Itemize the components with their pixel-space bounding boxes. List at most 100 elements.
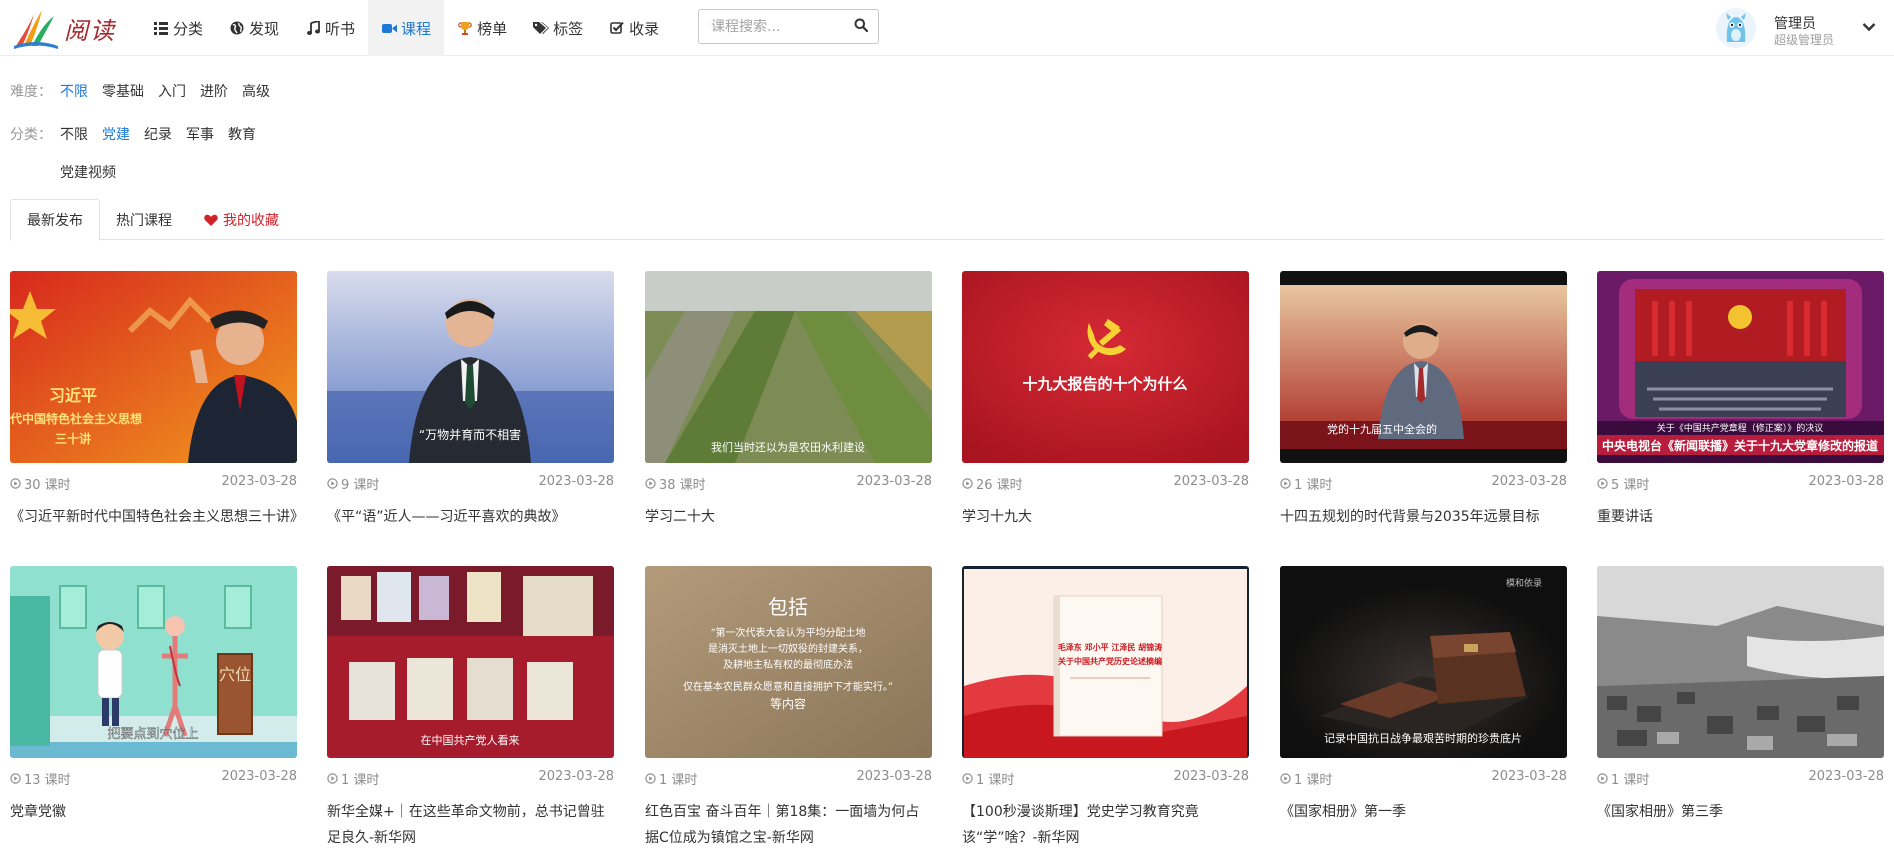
heart-icon <box>204 214 218 226</box>
course-card[interactable]: 毛泽东 邓小平 江泽民 胡锦涛 关于中国共产党历史论述摘编 1 课时 2023-… <box>962 566 1249 846</box>
course-card[interactable]: 包括 “第一次代表大会认为平均分配土地 是消灭土地上一切奴役的封建关系， 及耕地… <box>645 566 932 846</box>
thumb-caption: 三十讲 <box>55 431 91 446</box>
course-thumbnail[interactable]: “万物并育而不相害 <box>327 271 614 463</box>
lesson-count: 5 课时 <box>1597 474 1649 493</box>
course-title[interactable]: 红色百宝 奋斗百年｜第18集：一面墙为何占据C位成为镇馆之宝-新华网 <box>645 799 932 850</box>
course-title[interactable]: 学习十九大 <box>962 504 1249 530</box>
nav-item-collected[interactable]: 收录 <box>596 0 672 56</box>
course-meta: 5 课时 2023-03-28 <box>1597 474 1884 493</box>
thumb-caption: 把要点到穴位上 <box>107 727 198 742</box>
course-card[interactable]: 习近平 时代中国特色社会主义思想 三十讲 30 课时 2023-03-28 《习… <box>10 271 304 551</box>
course-card[interactable]: “万物并育而不相害 9 课时 2023-03-28 《平“语”近人——习近平喜欢… <box>327 271 614 551</box>
course-title[interactable]: 重要讲话 <box>1597 504 1884 530</box>
difficulty-option-zero-basics[interactable]: 零基础 <box>102 81 144 101</box>
thumb-caption: “万物并育而不相害 <box>419 427 521 442</box>
user-name: 管理员 <box>1774 16 1816 32</box>
course-meta: 30 课时 2023-03-28 <box>10 474 297 493</box>
nav-item-discover[interactable]: 发现 <box>216 0 292 56</box>
course-title[interactable]: 十四五规划的时代背景与2035年远景目标 <box>1280 504 1567 530</box>
course-card[interactable]: 关于《中国共产党章程（修正案）》的决议 中央电视台《新闻联播》关于十九大党章修改… <box>1597 271 1884 551</box>
course-thumbnail[interactable]: 穴位 把要点到穴位上 <box>10 566 297 758</box>
play-circle-icon <box>1597 773 1608 784</box>
avatar[interactable] <box>1716 8 1756 48</box>
category-option-any[interactable]: 不限 <box>60 124 88 144</box>
tab-popular[interactable]: 热门课程 <box>100 199 188 240</box>
subcategory-option-party-video[interactable]: 党建视频 <box>60 162 116 182</box>
user-menu[interactable]: 管理员 超级管理员 <box>1716 4 1886 52</box>
lesson-count: 1 课时 <box>327 769 379 788</box>
category-option-party[interactable]: 党建 <box>102 124 130 144</box>
difficulty-option-intermediate[interactable]: 进阶 <box>200 81 228 101</box>
course-thumbnail[interactable] <box>1597 566 1884 758</box>
course-card[interactable]: 在中国共产党人看来 1 课时 2023-03-28 新华全媒+｜在这些革命文物前… <box>327 566 614 846</box>
course-thumbnail[interactable]: 关于《中国共产党章程（修正案）》的决议 中央电视台《新闻联播》关于十九大党章修改… <box>1597 271 1884 463</box>
course-thumbnail[interactable]: 习近平 时代中国特色社会主义思想 三十讲 <box>10 271 297 463</box>
logo-book-icon <box>14 10 58 49</box>
check-square-icon <box>609 20 625 36</box>
publish-date: 2023-03-28 <box>1808 474 1884 489</box>
course-thumbnail[interactable]: 十九大报告的十个为什么 <box>962 271 1249 463</box>
play-circle-icon <box>327 478 338 489</box>
course-title[interactable]: 党章党徽 <box>10 799 297 825</box>
chevron-down-icon[interactable] <box>1862 20 1878 36</box>
category-option-education[interactable]: 教育 <box>228 124 256 144</box>
course-thumbnail[interactable]: 毛泽东 邓小平 江泽民 胡锦涛 关于中国共产党历史论述摘编 <box>962 566 1249 758</box>
course-title[interactable]: 新华全媒+｜在这些革命文物前，总书记曾驻足良久-新华网 <box>327 799 614 850</box>
course-title[interactable]: 《国家相册》第三季 <box>1597 799 1884 825</box>
course-meta: 1 课时 2023-03-28 <box>327 769 614 788</box>
thumb-caption: 是消灭土地上一切奴役的封建关系， <box>708 642 868 655</box>
list-icon <box>153 20 169 36</box>
course-card[interactable]: 1 课时 2023-03-28 《国家相册》第三季 <box>1597 566 1884 846</box>
lesson-count: 1 课时 <box>1280 474 1332 493</box>
search-icon[interactable] <box>854 18 870 34</box>
course-thumbnail[interactable]: 包括 “第一次代表大会认为平均分配土地 是消灭土地上一切奴役的封建关系， 及耕地… <box>645 566 932 758</box>
course-thumbnail[interactable]: 模和依录 记录中国抗日战争最艰苦时期的珍贵底片 <box>1280 566 1567 758</box>
course-search-input[interactable] <box>699 10 849 43</box>
course-card[interactable]: 党的十九届五中全会的 1 课时 2023-03-28 十四五规划的时代背景与20… <box>1280 271 1567 551</box>
course-card[interactable]: 穴位 把要点到穴位上 13 课时 2023-03-28 党章党徽 <box>10 566 297 846</box>
course-thumbnail[interactable]: 我们当时还以为是农田水利建设 <box>645 271 932 463</box>
difficulty-filter: 难度： 不限 零基础 入门 进阶 高级 <box>10 81 284 101</box>
publish-date: 2023-03-28 <box>1491 769 1567 784</box>
course-title[interactable]: 《国家相册》第一季 <box>1280 799 1567 825</box>
course-card[interactable]: 我们当时还以为是农田水利建设 38 课时 2023-03-28 学习二十大 <box>645 271 932 551</box>
nav-item-courses[interactable]: 课程 <box>368 0 445 56</box>
lesson-count: 30 课时 <box>10 474 71 493</box>
lesson-count: 1 课时 <box>645 769 697 788</box>
tab-my-favorites[interactable]: 我的收藏 <box>188 199 295 240</box>
top-navigation-bar: 阅读 分类 发现 听书 课程 榜单 标签 收录 课程搜索... 管理员 超级管理… <box>0 0 1894 56</box>
course-card[interactable]: 十九大报告的十个为什么 26 课时 2023-03-28 学习十九大 <box>962 271 1249 551</box>
thumb-caption: 关于《中国共产党章程（修正案）》的决议 <box>1657 422 1824 434</box>
difficulty-option-beginner[interactable]: 入门 <box>158 81 186 101</box>
play-circle-icon <box>1280 478 1291 489</box>
course-title[interactable]: 【100秒漫谈斯理】党史学习教育究竟该“学”啥？-新华网 <box>962 799 1249 850</box>
course-card[interactable]: 模和依录 记录中国抗日战争最艰苦时期的珍贵底片 1 课时 2023-03-28 … <box>1280 566 1567 846</box>
course-thumbnail[interactable]: 在中国共产党人看来 <box>327 566 614 758</box>
publish-date: 2023-03-28 <box>538 769 614 784</box>
lesson-count: 38 课时 <box>645 474 706 493</box>
course-title[interactable]: 《平“语”近人——习近平喜欢的典故》 <box>327 504 614 530</box>
logo[interactable]: 阅读 <box>12 6 122 50</box>
tab-latest[interactable]: 最新发布 <box>10 199 100 241</box>
course-title[interactable]: 学习二十大 <box>645 504 932 530</box>
nav-item-category[interactable]: 分类 <box>140 0 216 56</box>
thumb-caption: 穴位 <box>219 665 251 684</box>
nav-item-rankings[interactable]: 榜单 <box>444 0 520 56</box>
nav-item-audiobook[interactable]: 听书 <box>292 0 368 56</box>
publish-date: 2023-03-28 <box>1808 769 1884 784</box>
thumb-caption: 我们当时还以为是农田水利建设 <box>711 440 865 454</box>
user-role: 超级管理员 <box>1774 33 1835 47</box>
lesson-count: 13 课时 <box>10 769 71 788</box>
course-tabs: 最新发布 热门课程 我的收藏 <box>10 199 1884 241</box>
difficulty-option-any[interactable]: 不限 <box>60 81 88 101</box>
category-filter: 分类： 不限 党建 纪录 军事 教育 <box>10 124 270 144</box>
difficulty-filter-label: 难度： <box>10 84 52 100</box>
difficulty-option-advanced[interactable]: 高级 <box>242 81 270 101</box>
category-option-documentary[interactable]: 纪录 <box>144 124 172 144</box>
thumb-caption: 关于中国共产党历史论述摘编 <box>1058 656 1162 666</box>
course-title[interactable]: 《习近平新时代中国特色社会主义思想三十讲》 <box>10 504 304 530</box>
nav-item-tags[interactable]: 标签 <box>520 0 596 56</box>
category-option-military[interactable]: 军事 <box>186 124 214 144</box>
course-thumbnail[interactable]: 党的十九届五中全会的 <box>1280 271 1567 463</box>
thumb-caption: 模和依录 <box>1506 577 1542 589</box>
